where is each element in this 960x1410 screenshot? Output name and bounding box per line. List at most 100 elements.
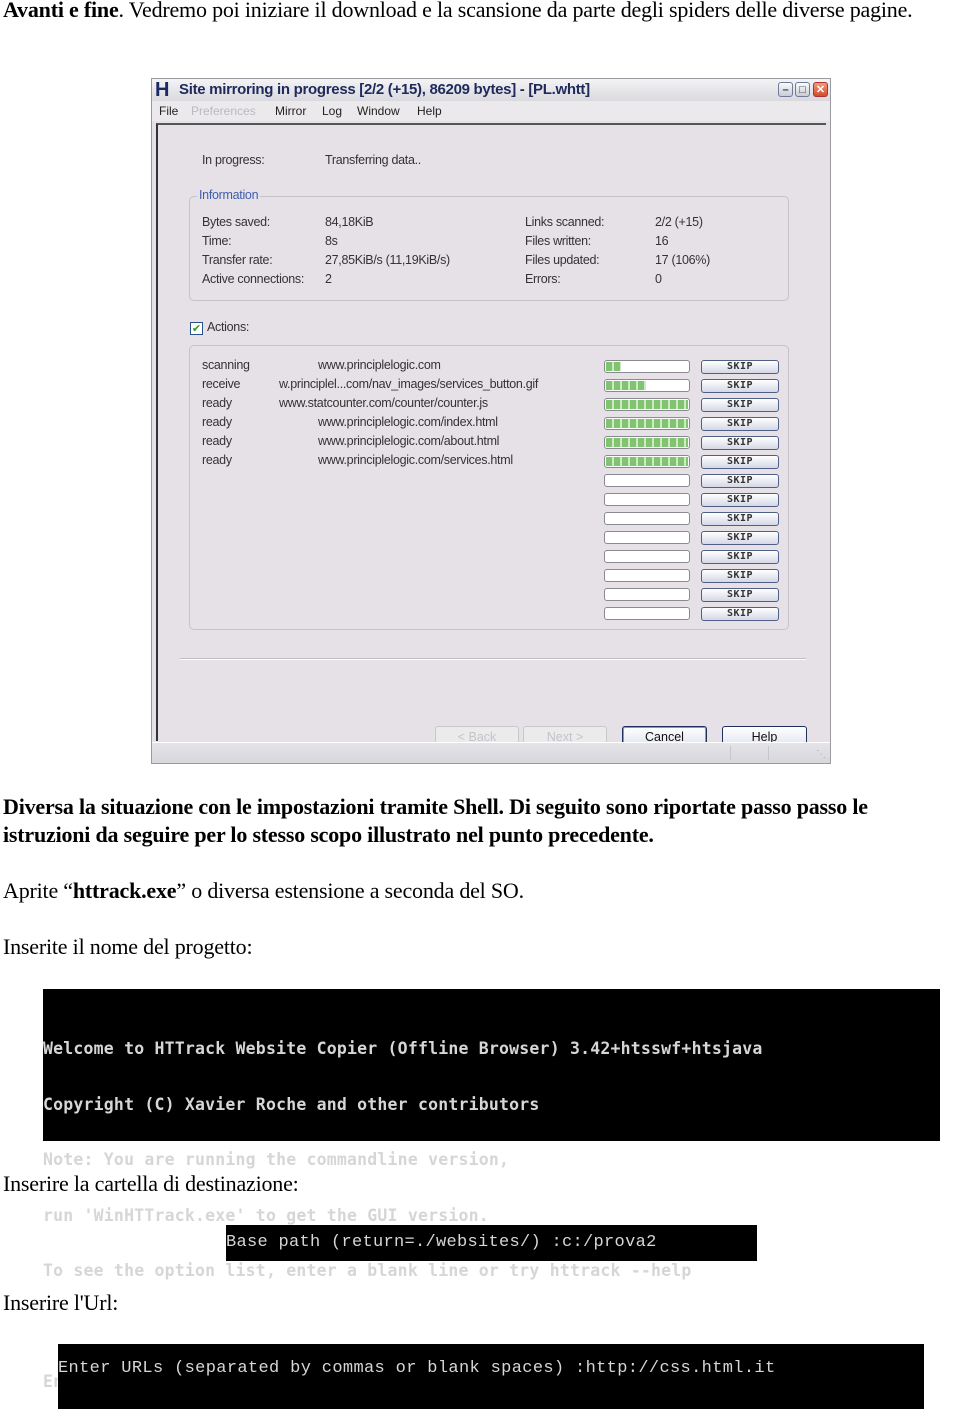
action-status: ready — [202, 415, 232, 429]
separator — [180, 658, 806, 660]
skip-button[interactable]: SKIP — [701, 474, 779, 488]
status-divider — [768, 746, 769, 760]
skip-button[interactable]: SKIP — [701, 550, 779, 564]
action-progress-fill — [606, 362, 621, 371]
action-progress-bar — [604, 474, 690, 487]
action-status: ready — [202, 453, 232, 467]
p3-before: Aprite “ — [3, 878, 73, 903]
action-progress-fill — [606, 419, 688, 428]
action-progress-bar — [604, 569, 690, 582]
httrack-exe-bold: httrack.exe — [72, 878, 177, 903]
skip-button[interactable]: SKIP — [701, 417, 779, 431]
skip-button[interactable]: SKIP — [701, 360, 779, 374]
info-value: 2 — [325, 272, 332, 286]
action-progress-bar — [604, 436, 690, 449]
action-progress-bar — [604, 607, 690, 620]
action-url: www.principlelogic.com — [318, 358, 441, 372]
info-label: Transfer rate: — [202, 253, 273, 267]
info-label: Links scanned: — [525, 215, 605, 229]
skip-button[interactable]: SKIP — [701, 588, 779, 602]
close-icon[interactable]: ✕ — [813, 82, 828, 97]
action-status: ready — [202, 434, 232, 448]
skip-button[interactable]: SKIP — [701, 436, 779, 450]
intro-paragraph: Avanti e fine. Vedremo poi iniziare il d… — [3, 0, 959, 24]
action-progress-bar — [604, 588, 690, 601]
menu-mirror[interactable]: Mirror — [275, 104, 306, 118]
minimize-icon[interactable]: – — [778, 82, 793, 97]
action-status: receive — [202, 377, 241, 391]
actions-label: Actions: — [207, 320, 250, 334]
action-progress-bar — [604, 379, 690, 392]
action-progress-bar — [604, 398, 690, 411]
httrack-window-screenshot: H Site mirroring in progress [2/2 (+15),… — [151, 78, 831, 764]
resize-grip-icon[interactable]: ⋱ — [816, 749, 828, 761]
info-value: 16 — [655, 234, 669, 248]
action-status: scanning — [202, 358, 250, 372]
info-value: 27,85KiB/s (11,19KiB/s) — [325, 253, 450, 267]
shell-intro-paragraph: Diversa la situazione con le impostazion… — [3, 794, 868, 847]
action-progress-fill — [606, 381, 646, 390]
info-label: Bytes saved: — [202, 215, 270, 229]
menu-preferences: Preferences — [191, 104, 256, 118]
skip-button[interactable]: SKIP — [701, 493, 779, 507]
httrack-app-icon: H — [155, 79, 170, 101]
p3-after: ” o diversa estensione a seconda del SO. — [176, 878, 524, 903]
maximize-icon[interactable]: □ — [795, 82, 810, 97]
info-label: Active connections: — [202, 272, 304, 286]
console-line: Welcome to HTTrack Website Copier (Offli… — [43, 1039, 763, 1058]
skip-button[interactable]: SKIP — [701, 379, 779, 393]
intro-bold: Avanti e fine — [3, 0, 119, 22]
action-progress-bar — [604, 550, 690, 563]
console-line: To see the option list, enter a blank li… — [43, 1261, 692, 1280]
action-progress-fill — [606, 457, 688, 466]
info-value: 2/2 (+15) — [655, 215, 703, 229]
menu-window[interactable]: Window — [357, 104, 400, 118]
info-label: Files written: — [525, 234, 591, 248]
info-value: 17 (106%) — [655, 253, 710, 267]
action-progress-bar — [604, 360, 690, 373]
skip-button[interactable]: SKIP — [701, 512, 779, 526]
info-value: 0 — [655, 272, 662, 286]
menu-log[interactable]: Log — [322, 104, 342, 118]
intro-text: . Vedremo poi iniziare il download e la … — [118, 0, 913, 22]
destination-paragraph: Inserire la cartella di destinazione: — [3, 1171, 299, 1196]
in-progress-label: In progress: — [202, 153, 265, 167]
action-progress-bar — [604, 531, 690, 544]
action-progress-bar — [604, 512, 690, 525]
url-paragraph: Inserire l'Url: — [3, 1290, 119, 1315]
info-value: 8s — [325, 234, 338, 248]
action-url: www.principlelogic.com/about.html — [318, 434, 500, 448]
action-progress-bar — [604, 455, 690, 468]
title-bar: H Site mirroring in progress [2/2 (+15),… — [152, 79, 830, 101]
menu-file[interactable]: File — [159, 104, 178, 118]
menu-help[interactable]: Help — [417, 104, 442, 118]
actions-checkbox[interactable]: ✔ — [190, 322, 203, 335]
console-welcome: Welcome to HTTrack Website Copier (Offli… — [43, 989, 940, 1391]
info-label: Files updated: — [525, 253, 600, 267]
info-label: Time: — [202, 234, 232, 248]
action-url: w.principlel...com/nav_images/services_b… — [279, 377, 539, 391]
status-divider — [730, 746, 731, 760]
action-progress-bar — [604, 417, 690, 430]
wizard-panel: In progress: Transferring data.. Informa… — [156, 123, 826, 748]
console-line: run 'WinHTTrack.exe' to get the GUI vers… — [43, 1205, 489, 1225]
action-progress-fill — [606, 400, 688, 409]
console-base-path: Base path (return=./websites/) :c:/prova… — [226, 1225, 757, 1261]
in-progress-value: Transferring data.. — [325, 153, 421, 167]
info-label: Errors: — [525, 272, 561, 286]
information-title: Information — [197, 188, 261, 202]
skip-button[interactable]: SKIP — [701, 398, 779, 412]
skip-button[interactable]: SKIP — [701, 607, 779, 621]
action-progress-bar — [604, 493, 690, 506]
open-httrack-paragraph: Aprite “httrack.exe” o diversa estension… — [3, 877, 524, 905]
skip-button[interactable]: SKIP — [701, 569, 779, 583]
action-status: ready — [202, 396, 232, 410]
project-name-paragraph: Inserite il nome del progetto: — [3, 934, 253, 959]
console-line: Note: You are running the commandline ve… — [43, 1150, 510, 1169]
skip-button[interactable]: SKIP — [701, 531, 779, 545]
action-url: www.principlelogic.com/services.html — [318, 453, 513, 467]
action-progress-fill — [606, 438, 688, 447]
status-bar: ⋱ — [152, 742, 830, 763]
skip-button[interactable]: SKIP — [701, 455, 779, 469]
